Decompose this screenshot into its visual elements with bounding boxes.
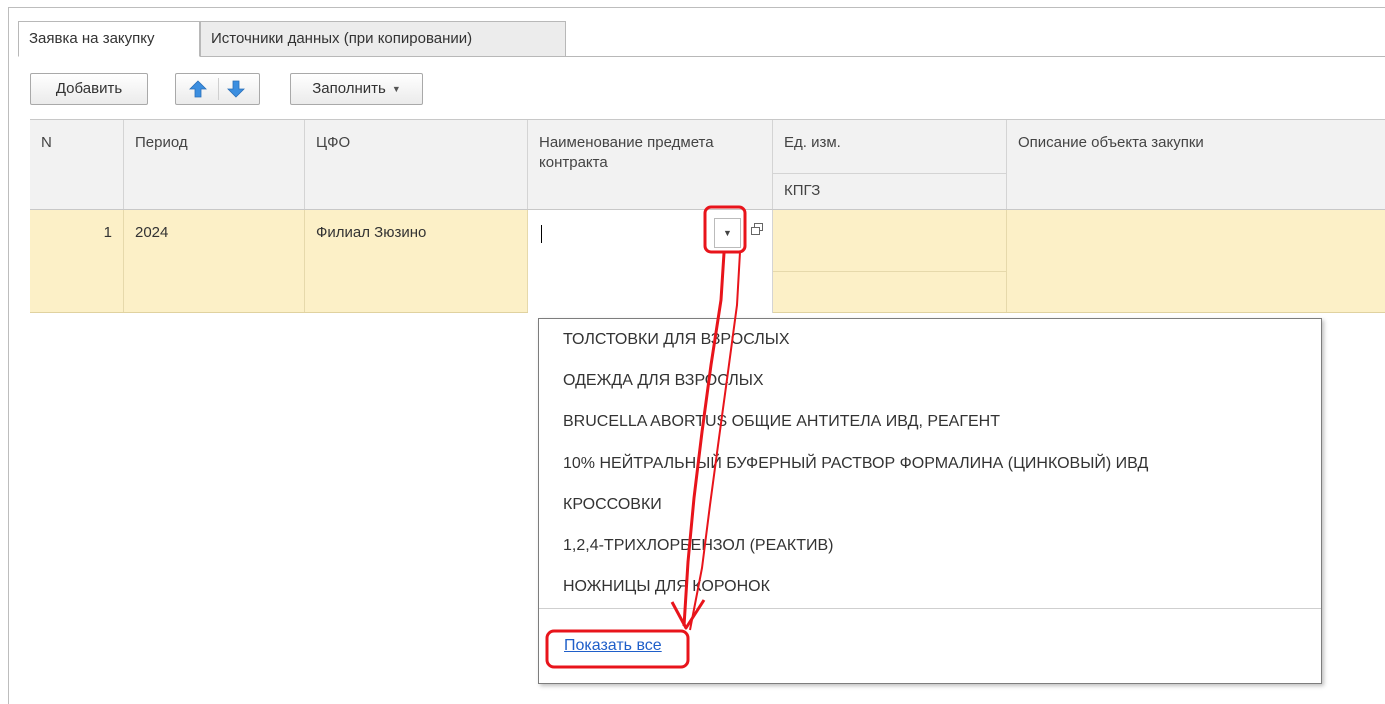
- header-cfo[interactable]: ЦФО: [305, 120, 528, 209]
- row-unit[interactable]: [773, 210, 1007, 312]
- arrow-down-icon[interactable]: [226, 79, 246, 99]
- form-frame-left: [8, 7, 9, 704]
- header-unit[interactable]: Ед. изм.: [773, 120, 1007, 173]
- row-cfo[interactable]: Филиал Зюзино: [305, 210, 528, 312]
- dropdown-item[interactable]: НОЖНИЦЫ ДЛЯ КОРОНОК: [563, 578, 770, 600]
- dropdown-item[interactable]: ОДЕЖДА ДЛЯ ВЗРОСЛЫХ: [563, 372, 764, 394]
- tab-purchase-request[interactable]: Заявка на закупку: [18, 21, 200, 57]
- dropdown-item[interactable]: ТОЛСТОВКИ ДЛЯ ВЗРОСЛЫХ: [563, 331, 790, 353]
- row-n: 1: [30, 210, 124, 312]
- header-contract-subject-line2: контракта: [539, 154, 608, 171]
- fill-button[interactable]: Заполнить ▼: [290, 73, 423, 105]
- move-buttons: [175, 73, 260, 105]
- header-n[interactable]: N: [30, 120, 124, 209]
- header-period[interactable]: Период: [124, 120, 305, 209]
- chevron-down-icon: ▼: [391, 84, 401, 95]
- row-period[interactable]: 2024: [124, 210, 305, 312]
- show-all-link[interactable]: Показать все: [564, 637, 662, 655]
- form-frame-top: [8, 7, 1385, 8]
- dropdown-item[interactable]: BRUCELLA ABORTUS ОБЩИЕ АНТИТЕЛА ИВД, РЕА…: [563, 413, 1000, 435]
- contract-subject-dropdown: ТОЛСТОВКИ ДЛЯ ВЗРОСЛЫХ ОДЕЖДА ДЛЯ ВЗРОСЛ…: [538, 318, 1322, 684]
- contract-subject-input[interactable]: ▼: [528, 210, 773, 313]
- fill-button-label: Заполнить: [312, 80, 386, 97]
- dropdown-item[interactable]: 10% НЕЙТРАЛЬНЫЙ БУФЕРНЫЙ РАСТВОР ФОРМАЛИ…: [563, 455, 1148, 477]
- tab-baseline: [18, 56, 1385, 57]
- table-header: N Период ЦФО Наименование предмета контр…: [30, 119, 1385, 210]
- tab-data-sources[interactable]: Источники данных (при копировании): [200, 21, 566, 57]
- open-form-icon[interactable]: [750, 222, 764, 236]
- row-kpgz-divider: [773, 271, 1007, 272]
- header-description[interactable]: Описание объекта закупки: [1007, 120, 1385, 209]
- text-cursor: [541, 225, 542, 243]
- dropdown-divider: [539, 608, 1321, 609]
- table-row[interactable]: 1 2024 Филиал Зюзино ▼: [30, 210, 1385, 313]
- button-divider: [218, 78, 219, 100]
- header-contract-subject[interactable]: Наименование предмета контракта: [528, 120, 773, 209]
- arrow-up-icon[interactable]: [188, 79, 208, 99]
- dropdown-button[interactable]: ▼: [714, 218, 741, 248]
- row-description[interactable]: [1007, 210, 1385, 312]
- add-button[interactable]: Добавить: [30, 73, 148, 105]
- header-contract-subject-line1: Наименование предмета: [539, 134, 714, 151]
- dropdown-item[interactable]: КРОССОВКИ: [563, 496, 662, 518]
- header-kpgz[interactable]: КПГЗ: [773, 173, 1007, 209]
- dropdown-item[interactable]: 1,2,4-ТРИХЛОРБЕНЗОЛ (РЕАКТИВ): [563, 537, 834, 559]
